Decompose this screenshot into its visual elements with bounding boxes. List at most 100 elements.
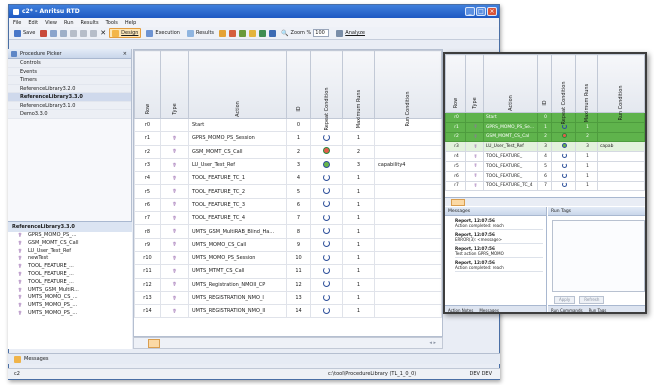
row-cell[interactable]: r4 bbox=[134, 171, 161, 186]
design-button[interactable]: Design bbox=[109, 28, 142, 38]
column-header-type[interactable]: Type bbox=[160, 50, 189, 119]
open-icon[interactable] bbox=[50, 29, 58, 37]
zoom-input[interactable]: 100 bbox=[313, 29, 330, 37]
row-cell[interactable]: r12 bbox=[134, 277, 161, 292]
action-cell[interactable]: TOOL_FEATURE_TC_2 bbox=[188, 184, 287, 199]
row-cell[interactable]: r9 bbox=[134, 237, 161, 252]
id-cell[interactable]: 0 bbox=[537, 112, 552, 123]
tool-icon-1[interactable] bbox=[219, 29, 227, 37]
id-cell[interactable]: 14 bbox=[286, 304, 311, 319]
run-condition-cell[interactable] bbox=[374, 211, 442, 226]
inset-design-tab-icon[interactable] bbox=[451, 199, 465, 206]
row-cell[interactable]: r14 bbox=[134, 304, 161, 319]
max-runs-cell[interactable]: 1 bbox=[342, 197, 375, 213]
repeat-cell[interactable] bbox=[310, 131, 343, 146]
type-cell[interactable]: ☤ bbox=[160, 250, 189, 266]
table-row[interactable]: r2 ☤ GSM_MOMT_CS_Call 2 2 bbox=[134, 144, 442, 159]
action-cell[interactable]: TOOL_FEATURE_ bbox=[483, 170, 538, 182]
action-cell[interactable]: UMTS_MTMT_CS_Call bbox=[188, 264, 287, 279]
row-cell[interactable]: r6 bbox=[445, 170, 466, 182]
run-condition-cell[interactable]: capability4 bbox=[374, 157, 442, 173]
table-row[interactable]: r9 ☤ UMTS_MOMO_CS_Call 9 1 bbox=[134, 237, 442, 252]
menu-tools[interactable]: Tools bbox=[106, 20, 118, 26]
action-cell[interactable]: UMTS_Registration_NMOII_CP bbox=[188, 277, 287, 292]
inset-row[interactable]: r2 ☤ GSM_MOMT_CS_Cal 2 2 bbox=[445, 131, 645, 143]
type-cell[interactable] bbox=[160, 117, 189, 133]
action-cell[interactable]: GSM_MOMT_CS_Cal bbox=[483, 131, 538, 143]
repeat-cell[interactable] bbox=[310, 211, 343, 226]
max-runs-cell[interactable]: 1 bbox=[342, 277, 375, 292]
max-runs-cell[interactable]: 1 bbox=[575, 121, 598, 133]
max-runs-cell[interactable]: 2 bbox=[575, 131, 598, 143]
refresh-icon[interactable] bbox=[60, 29, 68, 37]
row-cell[interactable]: r7 bbox=[134, 211, 161, 226]
action-cell[interactable]: Start bbox=[188, 117, 287, 133]
table-row[interactable]: r14 ☤ UMTS_REGISTRATION_NMO_II 14 1 bbox=[134, 304, 442, 319]
type-cell[interactable]: ☤ bbox=[160, 277, 189, 292]
repeat-cell[interactable] bbox=[551, 180, 576, 192]
action-cell[interactable]: UMTS_MOMO_CS_Call bbox=[188, 237, 287, 252]
id-cell[interactable]: 10 bbox=[286, 250, 311, 266]
action-notes-tab[interactable]: Action Notes bbox=[448, 306, 473, 312]
inset-row[interactable]: r7 ☤ TOOL_FEATURE_TC_4 7 1 bbox=[445, 180, 645, 192]
menu-edit[interactable]: Edit bbox=[28, 20, 38, 26]
type-cell[interactable] bbox=[465, 112, 484, 123]
scroll-arrows-icon[interactable]: ◂ ▸ bbox=[429, 340, 436, 346]
design-tab-icon[interactable] bbox=[148, 339, 160, 348]
column-header-maximum-runs[interactable]: Maximum Runs bbox=[342, 50, 375, 128]
refresh-button[interactable]: Refresh bbox=[579, 296, 605, 304]
row-cell[interactable]: r8 bbox=[134, 224, 161, 239]
id-cell[interactable]: 3 bbox=[286, 157, 311, 173]
inset-header-action[interactable]: Action bbox=[483, 54, 538, 113]
tree-item[interactable]: ☤ TOOL_FEATURE_... bbox=[8, 279, 132, 287]
column-header-run-condition[interactable]: Run Condition bbox=[374, 50, 442, 127]
tree-item[interactable]: ☤ UMTS_MOMO_PS_... bbox=[8, 302, 132, 310]
inset-header-row[interactable]: Row bbox=[445, 54, 466, 113]
id-cell[interactable]: 0 bbox=[286, 117, 311, 133]
inset-row[interactable]: r4 ☤ TOOL_FEATURE_ 4 1 bbox=[445, 151, 645, 162]
repeat-cell[interactable] bbox=[551, 131, 576, 143]
run-tags-box[interactable] bbox=[552, 220, 645, 292]
max-runs-cell[interactable]: 1 bbox=[575, 170, 598, 182]
message-entry[interactable]: Report, 12:07:56 Action completed: reach bbox=[455, 218, 543, 230]
repeat-cell[interactable] bbox=[310, 157, 343, 173]
run-condition-cell[interactable] bbox=[374, 144, 442, 159]
table-row[interactable]: r4 ☤ TOOL_FEATURE_TC_1 4 1 bbox=[134, 171, 442, 186]
results-button[interactable]: Results bbox=[185, 28, 216, 38]
run-condition-cell[interactable] bbox=[374, 131, 442, 146]
row-cell[interactable]: r6 bbox=[134, 197, 161, 213]
tool-icon-6[interactable] bbox=[269, 29, 277, 37]
table-row[interactable]: r8 ☤ UMTS_GSM_MultiRAB_Blind_Ha... 8 1 bbox=[134, 224, 442, 239]
menu-help[interactable]: Help bbox=[125, 20, 136, 26]
id-cell[interactable]: 7 bbox=[537, 180, 552, 192]
tree-item[interactable]: ☤ TOOL_FEATURE_... bbox=[8, 271, 132, 279]
action-cell[interactable]: GPRS_MOMO_PS_Session bbox=[188, 131, 287, 146]
tree-item[interactable]: ☤ TOOL_FEATURE_... bbox=[8, 263, 132, 271]
picker-item[interactable]: Controls bbox=[8, 59, 131, 68]
close-button[interactable]: × bbox=[487, 7, 497, 16]
table-row[interactable]: r13 ☤ UMTS_REGISTRATION_NMO_I 13 1 bbox=[134, 290, 442, 306]
repeat-cell[interactable] bbox=[310, 250, 343, 266]
inset-header-run-condition[interactable]: Run Condition bbox=[597, 54, 645, 121]
type-cell[interactable]: ☤ bbox=[160, 224, 189, 239]
id-cell[interactable]: 1 bbox=[537, 121, 552, 133]
run-condition-cell[interactable] bbox=[597, 160, 645, 172]
column-header-id[interactable]: ID bbox=[286, 50, 311, 119]
table-row[interactable]: r10 ☤ UMTS_MOMO_PS_Session 10 1 bbox=[134, 250, 442, 266]
paste-icon[interactable] bbox=[90, 29, 98, 37]
max-runs-cell[interactable]: 1 bbox=[342, 131, 375, 146]
id-cell[interactable]: 9 bbox=[286, 237, 311, 252]
action-cell[interactable]: Start bbox=[483, 112, 538, 123]
max-runs-cell[interactable]: 3 bbox=[575, 141, 598, 153]
run-condition-cell[interactable] bbox=[374, 184, 442, 199]
type-cell[interactable]: ☤ bbox=[465, 180, 484, 192]
row-cell[interactable]: r3 bbox=[445, 141, 466, 153]
repeat-cell[interactable] bbox=[310, 304, 343, 319]
save-button[interactable]: Save bbox=[12, 28, 37, 38]
row-cell[interactable]: r3 bbox=[134, 157, 161, 173]
type-cell[interactable]: ☤ bbox=[160, 304, 189, 319]
type-cell[interactable]: ☤ bbox=[465, 160, 484, 172]
column-header-repeat-condition[interactable]: Repeat Condition bbox=[310, 50, 343, 131]
tree-item[interactable]: ☤ UMTS_MOMO_CS_... bbox=[8, 294, 132, 302]
run-condition-cell[interactable] bbox=[374, 304, 442, 319]
